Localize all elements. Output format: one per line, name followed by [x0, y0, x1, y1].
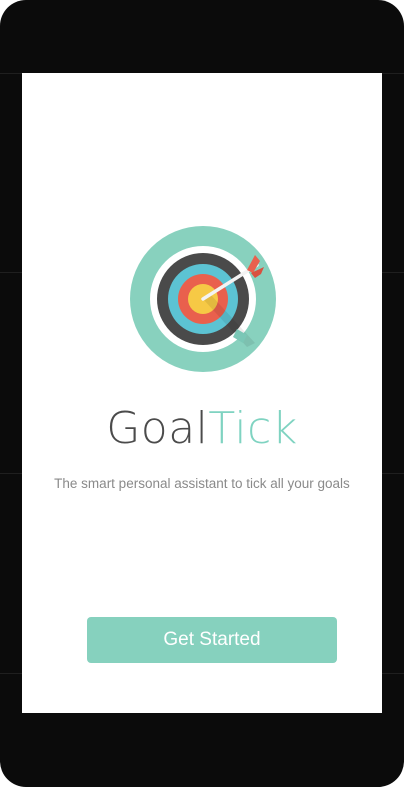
device-frame: GoalTick The smart personal assistant to…: [0, 0, 404, 787]
app-title: GoalTick: [22, 401, 382, 457]
app-tagline: The smart personal assistant to tick all…: [54, 476, 350, 491]
target-with-arrow-icon: [129, 225, 277, 373]
app-title-goal: Goal: [106, 403, 209, 454]
get-started-button[interactable]: Get Started: [87, 617, 337, 663]
app-title-tick: Tick: [208, 403, 298, 454]
welcome-screen: GoalTick The smart personal assistant to…: [22, 73, 382, 713]
